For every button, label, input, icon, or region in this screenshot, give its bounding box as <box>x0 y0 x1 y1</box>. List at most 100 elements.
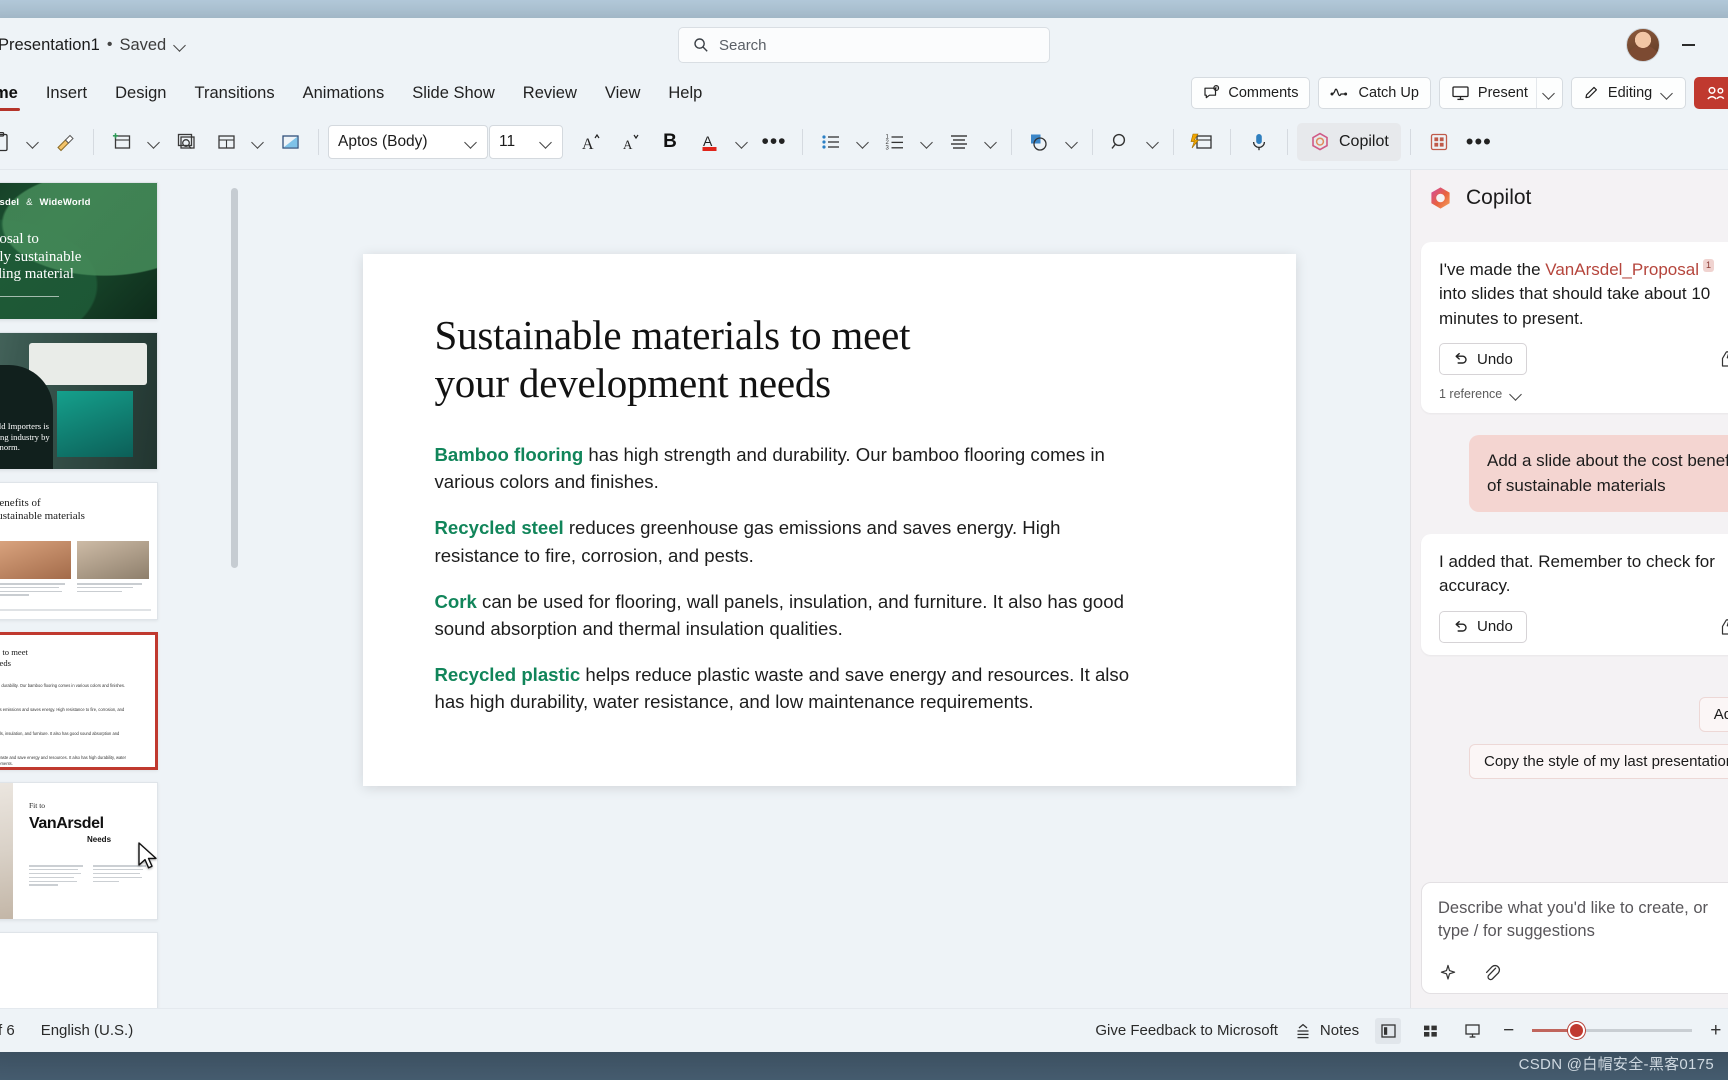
find-icon[interactable] <box>1102 123 1140 161</box>
tab-slide-show[interactable]: Slide Show <box>398 72 509 114</box>
shapes-dropdown-icon[interactable] <box>1061 123 1083 161</box>
apps-icon[interactable] <box>1420 123 1458 161</box>
slide-layout-icon[interactable] <box>207 123 245 161</box>
chevron-down-icon[interactable] <box>464 135 478 149</box>
tab-insert[interactable]: Insert <box>32 72 101 114</box>
thumbs-up-icon[interactable] <box>1717 618 1728 636</box>
list-item[interactable]: Our purpose at Wide World Importers is t… <box>0 332 158 470</box>
reference-link[interactable]: VanArsdel_Proposal <box>1545 260 1701 279</box>
paste-icon[interactable] <box>0 123 20 161</box>
font-color-dropdown-icon[interactable] <box>731 123 753 161</box>
list-item[interactable] <box>0 932 158 1008</box>
references-toggle[interactable]: 1 reference <box>1439 387 1728 401</box>
reading-view-button[interactable] <box>1459 1018 1485 1044</box>
designer-icon[interactable] <box>1183 123 1221 161</box>
more-font-options-icon[interactable]: ••• <box>755 123 793 161</box>
align-icon[interactable] <box>940 123 978 161</box>
thumb-image <box>57 391 133 457</box>
font-color-icon[interactable]: A <box>691 123 729 161</box>
current-slide[interactable]: Sustainable materials to meet your devel… <box>362 254 1296 786</box>
numbering-icon[interactable]: 1 2 3 <box>876 123 914 161</box>
zoom-out-button[interactable]: − <box>1501 1020 1516 1042</box>
shrink-font-icon[interactable]: A <box>611 123 649 161</box>
tab-help[interactable]: Help <box>654 72 716 114</box>
slide-paragraph[interactable]: Recycled steel reduces greenhouse gas em… <box>435 514 1145 568</box>
slide-paragraph[interactable]: Cork can be used for flooring, wall pane… <box>435 588 1145 642</box>
normal-view-button[interactable] <box>1375 1017 1402 1044</box>
tab-transitions[interactable]: Transitions <box>181 72 289 114</box>
slide-title-line1: Sustainable materials to meet <box>434 312 911 358</box>
paste-dropdown-icon[interactable] <box>22 123 44 161</box>
list-item[interactable]: Fit to VanArsdel Needs <box>0 782 158 920</box>
list-item[interactable]: VanArsdel & WideWorld Proposal to supply… <box>0 182 158 320</box>
slide-paragraph[interactable]: Recycled plastic helps reduce plastic wa… <box>435 661 1145 715</box>
present-button[interactable]: Present <box>1438 77 1563 109</box>
editing-mode-button[interactable]: Editing <box>1570 77 1687 109</box>
font-size-input[interactable]: 11 <box>489 124 563 159</box>
attach-icon[interactable] <box>1482 963 1502 983</box>
chevron-down-icon[interactable] <box>173 38 187 52</box>
chevron-down-icon[interactable] <box>1660 86 1674 100</box>
list-item[interactable]: Sustainable materials to meet your devel… <box>0 632 158 770</box>
thumb-title: Cost benefits of sustainable materials <box>0 497 85 523</box>
format-painter-icon[interactable] <box>46 123 84 161</box>
tab-animations[interactable]: Animations <box>289 72 399 114</box>
brand-wideworld: WideWorld <box>39 197 91 208</box>
suggestion-chip[interactable]: Copy the style of my last presentation <box>1469 743 1728 779</box>
search-box[interactable]: Search <box>678 27 1050 63</box>
bold-button[interactable]: B <box>651 123 689 161</box>
zoom-slider[interactable] <box>1532 1022 1693 1040</box>
present-dropdown[interactable] <box>1535 78 1562 108</box>
dictate-icon[interactable] <box>1240 123 1278 161</box>
tab-design[interactable]: Design <box>101 72 180 114</box>
find-dropdown-icon[interactable] <box>1142 123 1164 161</box>
share-button[interactable]: Sh <box>1694 77 1728 109</box>
grow-font-icon[interactable]: A <box>571 123 609 161</box>
font-name-value: Aptos (Body) <box>338 132 428 150</box>
catch-up-button[interactable]: Catch Up <box>1318 77 1431 109</box>
minimize-button[interactable] <box>1666 29 1710 61</box>
tab-review[interactable]: Review <box>509 72 591 114</box>
undo-button[interactable]: Undo <box>1439 610 1527 643</box>
sparkle-icon[interactable] <box>1438 963 1458 983</box>
tab-home[interactable]: Home <box>0 72 32 114</box>
section-icon[interactable] <box>271 123 309 161</box>
thumbnail-scrollbar[interactable] <box>231 188 238 568</box>
new-slide-icon[interactable] <box>103 123 141 161</box>
bullets-icon[interactable] <box>812 123 850 161</box>
zoom-in-button[interactable]: + <box>1708 1020 1723 1042</box>
shapes-icon[interactable] <box>1021 123 1059 161</box>
slide-paragraph[interactable]: Bamboo flooring has high strength and du… <box>435 441 1145 495</box>
numbering-dropdown-icon[interactable] <box>916 123 938 161</box>
notes-button[interactable]: Notes <box>1294 1022 1359 1039</box>
message-actions: Undo <box>1439 343 1728 376</box>
layout-dropdown-icon[interactable] <box>247 123 269 161</box>
comments-button[interactable]: @ Comments <box>1191 77 1311 109</box>
list-item[interactable]: Cost benefits of sustainable materials <box>0 482 158 620</box>
reset-slide-icon[interactable] <box>167 123 205 161</box>
slide-count-label[interactable]: f 6 <box>0 1022 15 1039</box>
bullets-dropdown-icon[interactable] <box>852 123 874 161</box>
chevron-down-icon[interactable] <box>539 135 553 149</box>
overflow-icon[interactable]: ••• <box>1460 123 1498 161</box>
search-placeholder: Search <box>719 36 767 54</box>
maximize-button[interactable] <box>1716 29 1728 61</box>
copilot-composer[interactable]: Describe what you'd like to create, or t… <box>1421 882 1728 994</box>
thumbs-up-icon[interactable] <box>1717 350 1728 368</box>
suggestion-chip[interactable]: Add some v <box>1698 696 1728 732</box>
new-slide-dropdown-icon[interactable] <box>143 123 165 161</box>
copilot-button[interactable]: Copilot <box>1297 122 1401 161</box>
font-name-input[interactable]: Aptos (Body) <box>328 124 488 159</box>
align-dropdown-icon[interactable] <box>980 123 1002 161</box>
grid-view-icon <box>1423 1025 1437 1037</box>
copilot-conversation: I've made the VanArsdel_Proposal 1 into s… <box>1411 226 1728 872</box>
avatar[interactable] <box>1626 28 1660 62</box>
slide-sorter-button[interactable] <box>1417 1018 1443 1044</box>
feedback-link[interactable]: Give Feedback to Microsoft <box>1095 1022 1278 1039</box>
slide-title[interactable]: Sustainable materials to meet your devel… <box>435 312 1224 407</box>
document-title-group[interactable]: Presentation1 • Saved <box>0 36 187 55</box>
zoom-knob[interactable] <box>1568 1022 1586 1039</box>
undo-button[interactable]: Undo <box>1439 343 1527 376</box>
language-label[interactable]: English (U.S.) <box>41 1022 134 1039</box>
tab-view[interactable]: View <box>591 72 654 114</box>
